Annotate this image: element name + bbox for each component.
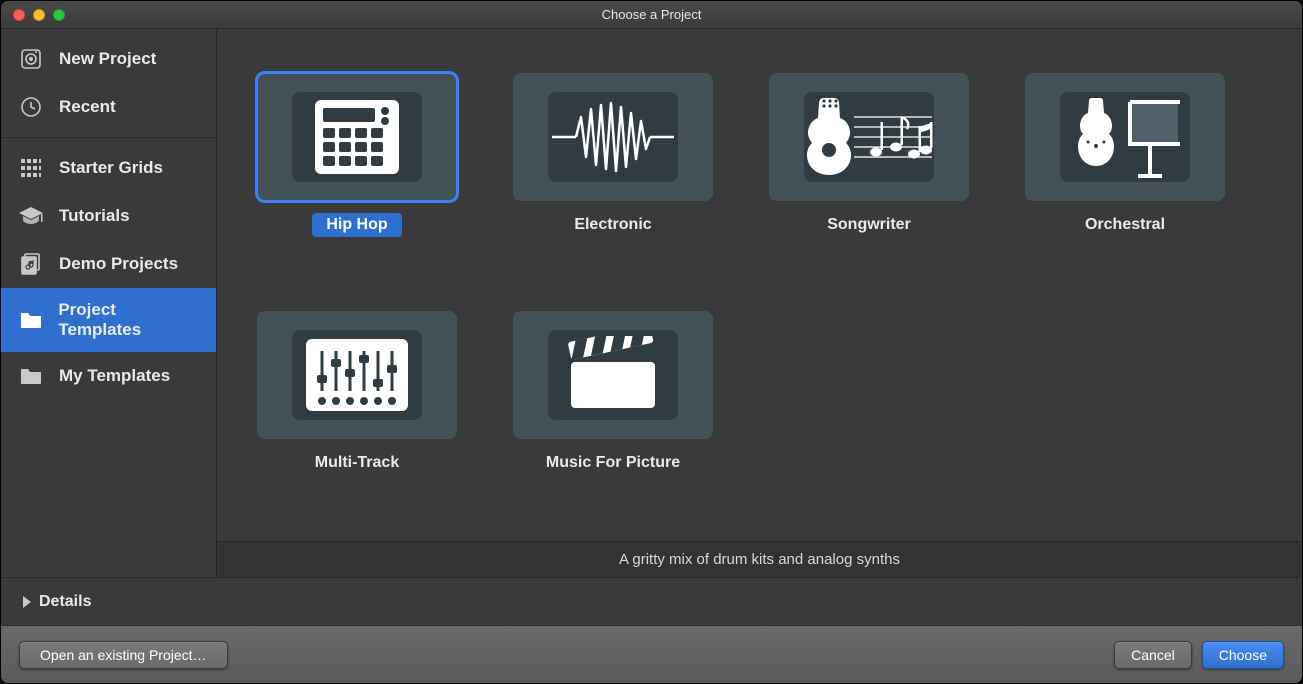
- open-existing-project-button[interactable]: Open an existing Project…: [19, 641, 228, 669]
- clapboard-icon: [548, 330, 678, 420]
- template-thumb: [769, 73, 969, 201]
- bottom-toolbar: Open an existing Project… Cancel Choose: [1, 625, 1302, 683]
- violin-stand-icon: [1060, 92, 1190, 182]
- mixer-icon: [292, 330, 422, 420]
- template-thumb: [257, 73, 457, 201]
- sidebar-item-label: Project Templates: [58, 300, 200, 340]
- template-hip-hop[interactable]: Hip Hop: [257, 73, 457, 283]
- template-thumb: [513, 311, 713, 439]
- sidebar-item-recent[interactable]: Recent: [1, 83, 216, 131]
- sidebar-item-my-templates[interactable]: My Templates: [1, 352, 216, 400]
- template-thumb: [513, 73, 713, 201]
- template-label: Electronic: [560, 213, 665, 237]
- template-thumb: [1025, 73, 1225, 201]
- guitar-notes-icon: [804, 92, 934, 182]
- sidebar-item-starter-grids[interactable]: Starter Grids: [1, 144, 216, 192]
- template-multi-track[interactable]: Multi-Track: [257, 311, 457, 521]
- sidebar-item-label: Demo Projects: [59, 254, 178, 274]
- window-title: Choose a Project: [1, 7, 1302, 22]
- graduation-cap-icon: [17, 204, 45, 228]
- sidebar-item-new-project[interactable]: New Project: [1, 35, 216, 83]
- details-toggle[interactable]: Details: [1, 577, 1302, 625]
- sidebar-item-label: Starter Grids: [59, 158, 163, 178]
- details-label: Details: [39, 593, 91, 611]
- sidebar-item-label: Tutorials: [59, 206, 130, 226]
- choose-button[interactable]: Choose: [1202, 641, 1284, 669]
- template-label: Orchestral: [1071, 213, 1179, 237]
- sidebar-item-demo-projects[interactable]: Demo Projects: [1, 240, 216, 288]
- template-label: Multi-Track: [301, 451, 413, 475]
- clock-icon: [17, 95, 45, 119]
- folder-icon: [17, 308, 44, 332]
- window-body: New Project Recent: [1, 29, 1302, 577]
- sidebar-item-label: My Templates: [59, 366, 170, 386]
- drum-machine-icon: [292, 92, 422, 182]
- hard-drive-icon: [17, 47, 45, 71]
- template-thumb: [257, 311, 457, 439]
- template-grid: Hip Hop Electronic: [217, 29, 1302, 541]
- sidebar: New Project Recent: [1, 29, 217, 577]
- disclosure-triangle-icon: [23, 596, 31, 608]
- template-orchestral[interactable]: Orchestral: [1025, 73, 1225, 283]
- folder-icon: [17, 364, 45, 388]
- sidebar-item-project-templates[interactable]: Project Templates: [1, 288, 216, 352]
- sidebar-item-label: New Project: [59, 49, 156, 69]
- cancel-button[interactable]: Cancel: [1114, 641, 1192, 669]
- sidebar-item-tutorials[interactable]: Tutorials: [1, 192, 216, 240]
- template-label: Songwriter: [813, 213, 925, 237]
- template-music-for-picture[interactable]: Music For Picture: [513, 311, 713, 521]
- template-label: Hip Hop: [312, 213, 401, 237]
- titlebar: Choose a Project: [1, 1, 1302, 29]
- template-electronic[interactable]: Electronic: [513, 73, 713, 283]
- project-chooser-window: Choose a Project New Project: [0, 0, 1303, 684]
- template-label: Music For Picture: [532, 451, 694, 475]
- sidebar-item-label: Recent: [59, 97, 116, 117]
- main-panel: Hip Hop Electronic: [217, 29, 1302, 577]
- waveform-icon: [548, 92, 678, 182]
- template-songwriter[interactable]: Songwriter: [769, 73, 969, 283]
- grid-icon: [17, 156, 45, 180]
- template-description: A gritty mix of drum kits and analog syn…: [217, 541, 1302, 577]
- documents-music-icon: [17, 252, 45, 276]
